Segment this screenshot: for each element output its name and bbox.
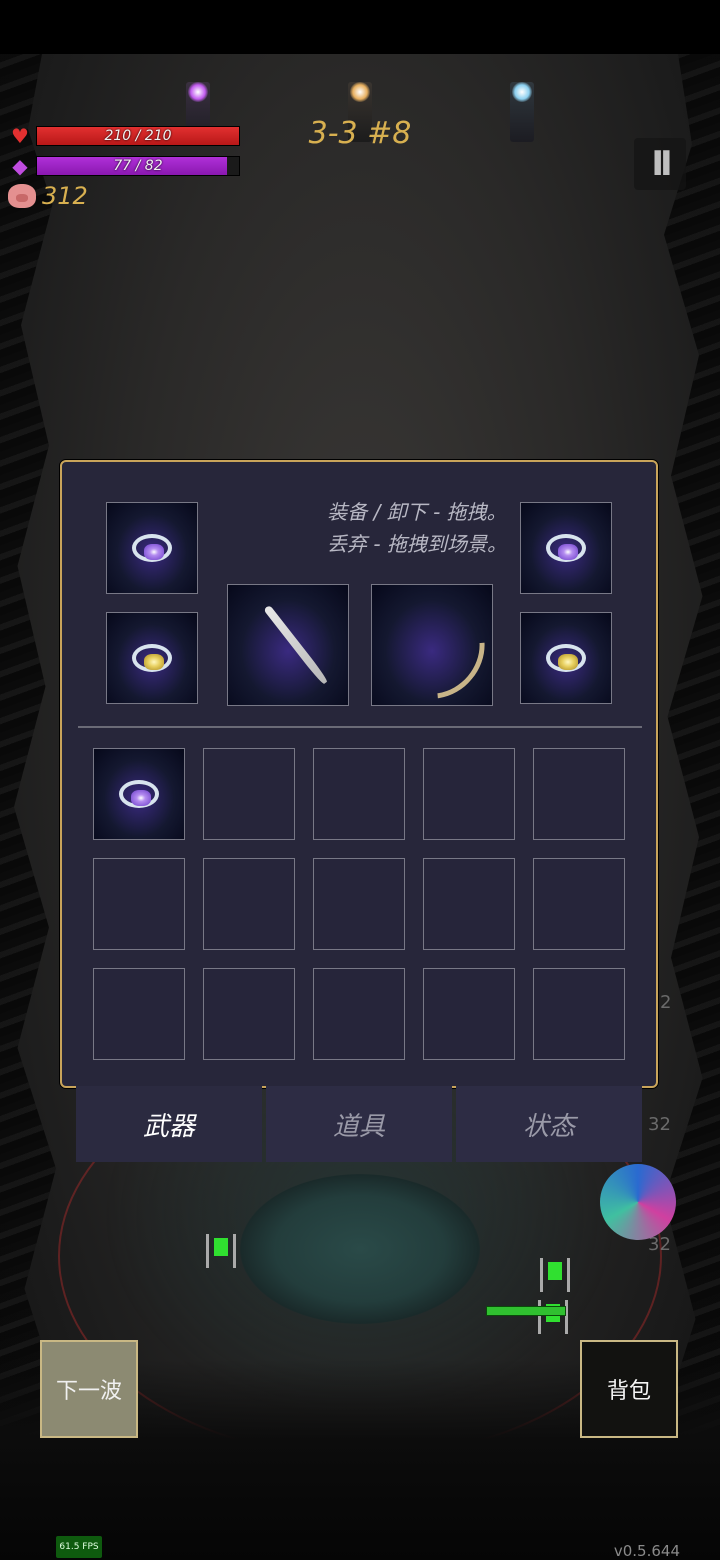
inventory-slot[interactable] — [93, 858, 185, 950]
ring-icon — [132, 644, 172, 672]
panel-tabs: 武器 道具 状态 — [76, 1086, 642, 1162]
mp-bar: 77 / 82 — [36, 156, 240, 176]
pause-icon: II — [651, 144, 672, 184]
inventory-slot[interactable] — [533, 858, 625, 950]
version-label: v0.5.644 — [613, 1542, 680, 1560]
mp-row: ◆ 77 / 82 — [8, 154, 240, 178]
inventory-slot[interactable] — [203, 748, 295, 840]
sub-weapon-slot[interactable] — [371, 584, 504, 718]
inventory-slot[interactable] — [533, 968, 625, 1060]
gold-count: 312 — [42, 182, 88, 210]
ring-icon — [546, 644, 586, 672]
ring-icon — [132, 534, 172, 562]
ring-slot-bottom-right[interactable] — [520, 612, 612, 704]
side-number: 2 — [660, 992, 672, 1013]
inventory-slot[interactable] — [93, 748, 185, 840]
inventory-slot[interactable] — [423, 968, 515, 1060]
ring-slot-bottom-left[interactable] — [106, 612, 198, 704]
inventory-slot[interactable] — [423, 858, 515, 950]
player-unit — [206, 1228, 236, 1268]
enemy-unit — [540, 1252, 570, 1292]
inventory-slot[interactable] — [423, 748, 515, 840]
gold-row: 312 — [8, 182, 88, 210]
wave-indicator: 3-3 #8 — [308, 116, 412, 151]
inventory-slot[interactable] — [533, 748, 625, 840]
inventory-slot[interactable] — [313, 968, 405, 1060]
skill-orb-icon[interactable] — [600, 1164, 676, 1240]
mana-crystal-icon: ◆ — [12, 154, 28, 178]
right-foliage — [657, 54, 720, 1560]
piggy-bank-icon — [8, 184, 36, 208]
ring-slot-top-right[interactable] — [520, 502, 612, 594]
pause-button[interactable]: II — [634, 138, 686, 190]
panel-divider — [78, 726, 642, 728]
inventory-slot[interactable] — [313, 858, 405, 950]
ring-slot-top-left[interactable] — [106, 502, 198, 594]
ring-icon — [119, 780, 159, 808]
inventory-slot[interactable] — [203, 968, 295, 1060]
next-wave-button[interactable]: 下一波 — [40, 1340, 138, 1438]
side-number: 32 — [648, 1114, 671, 1135]
fps-counter: 61.5 FPS — [56, 1536, 102, 1558]
mp-text: 77 / 82 — [113, 158, 163, 174]
arena-core — [240, 1174, 480, 1324]
ring-icon — [546, 534, 586, 562]
tab-items[interactable]: 道具 — [266, 1086, 452, 1162]
main-weapon-slot[interactable] — [227, 584, 349, 706]
inventory-slot[interactable] — [203, 858, 295, 950]
tab-weapons[interactable]: 武器 — [76, 1086, 262, 1162]
unit-hp-bar — [486, 1306, 566, 1316]
sword-icon — [263, 604, 329, 686]
equipment-panel: 装备 / 卸下 - 拖拽。 丢弃 - 拖拽到场景。 — [60, 460, 658, 1088]
inventory-slot[interactable] — [93, 968, 185, 1060]
inventory-slot[interactable] — [313, 748, 405, 840]
backpack-button[interactable]: 背包 — [580, 1340, 678, 1438]
tab-status[interactable]: 状态 — [456, 1086, 642, 1162]
bow-icon — [372, 584, 504, 718]
